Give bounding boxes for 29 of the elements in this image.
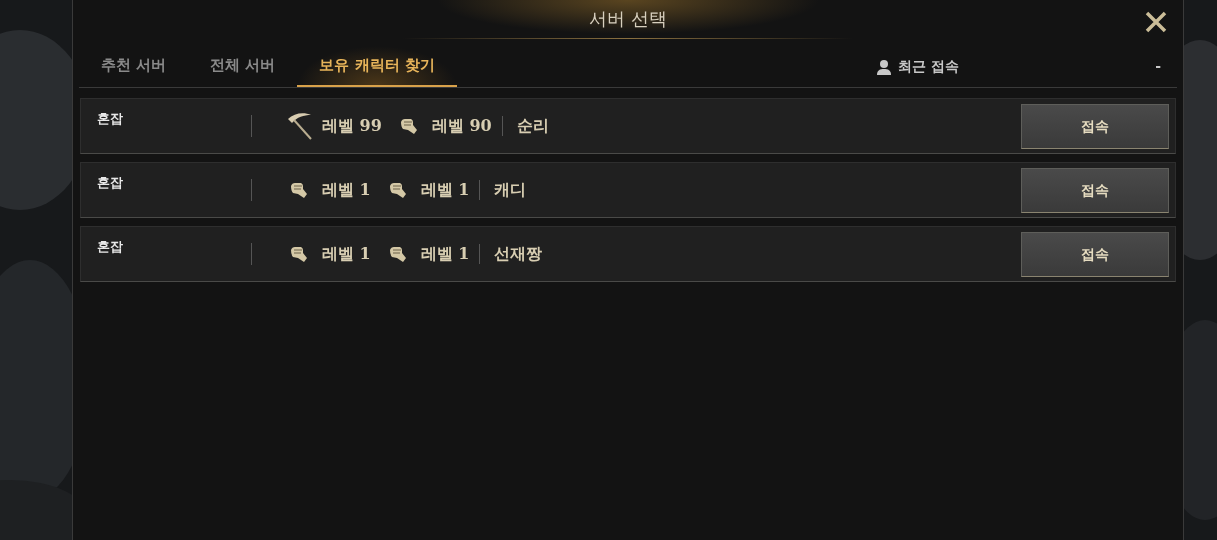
character-name: 순리 [516,115,549,137]
level-text: 레벨 90 [431,115,492,137]
server-status: 혼잡 [97,110,124,128]
server-status: 혼잡 [97,238,124,256]
window-title: 서버 선택 [589,7,667,31]
fist-icon [387,180,408,200]
tab[interactable]: 보유 캐릭터 찾기 [297,46,457,87]
level-text: 레벨 1 [322,243,371,265]
level-text: 레벨 99 [322,115,382,137]
connect-button[interactable]: 접속 [1021,103,1169,149]
character-name: 선재짱 [494,243,543,265]
connect-button[interactable]: 접속 [1021,167,1169,213]
close-button[interactable] [1143,9,1169,35]
server-status: 혼잡 [97,174,124,192]
tab[interactable]: 추천 서버 [79,46,189,87]
fist-icon [387,244,408,264]
person-icon [876,58,893,75]
close-icon [1143,9,1169,35]
fist-icon [398,116,419,136]
level-text: 레벨 1 [322,179,371,201]
fist-icon [289,244,309,264]
level-text: 레벨 1 [420,179,470,201]
character-name: 캐디 [494,179,527,201]
tab[interactable]: 전체 서버 [188,46,298,87]
fist-icon [289,180,309,200]
recent-value: - [1155,57,1161,76]
connect-button[interactable]: 접속 [1021,231,1169,277]
recent-label: 최근 접속 [898,57,960,76]
level-text: 레벨 1 [420,243,470,265]
